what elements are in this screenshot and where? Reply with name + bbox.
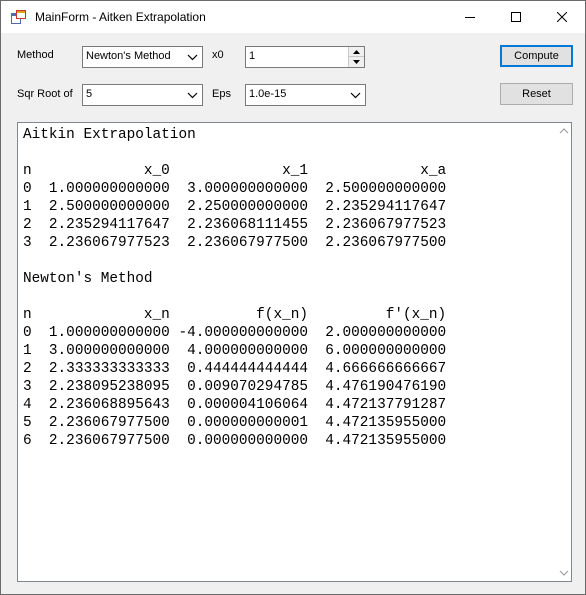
aitken-row: 0 1.000000000000 3.000000000000 2.500000…	[23, 181, 447, 197]
method-combobox[interactable]: Newton's Method	[82, 46, 203, 68]
maximize-icon	[511, 12, 521, 22]
aitken-header-row: n x_0 x_1 x_a	[23, 163, 447, 179]
aitken-row: 3 2.236067977523 2.236067977500 2.236067…	[23, 235, 447, 251]
close-button[interactable]	[539, 1, 585, 33]
eps-label: Eps	[212, 88, 231, 100]
aitken-title: Aitkin Extrapolation	[23, 127, 196, 143]
x0-value: 1	[249, 50, 256, 62]
reset-button[interactable]: Reset	[500, 83, 573, 105]
method-value: Newton's Method	[86, 50, 171, 62]
newton-title: Newton's Method	[23, 271, 153, 287]
method-label: Method	[17, 49, 54, 61]
aitken-row: 2 2.235294117647 2.236068111455 2.236067…	[23, 217, 447, 233]
sqrt-value: 5	[86, 88, 93, 100]
chevron-down-icon	[187, 54, 198, 61]
chevron-down-icon	[350, 92, 361, 99]
newton-row: 2 2.333333333333 0.444444444444 4.666666…	[23, 361, 447, 377]
spin-down-button[interactable]	[349, 57, 364, 67]
x0-label: x0	[212, 49, 224, 61]
eps-combobox[interactable]: 1.0e-15	[245, 84, 366, 106]
scroll-down-icon[interactable]	[559, 569, 569, 577]
results-textbox[interactable]: Aitkin Extrapolation n x_0 x_1 x_a 0 1.0…	[17, 122, 572, 582]
newton-row: 1 3.000000000000 4.000000000000 6.000000…	[23, 343, 447, 359]
chevron-down-icon	[187, 92, 198, 99]
main-window: MainForm - Aitken Extrapolation Method N…	[0, 0, 586, 595]
newton-row: 6 2.236067977500 0.000000000000 4.472135…	[23, 433, 447, 449]
maximize-button[interactable]	[493, 1, 539, 33]
scroll-up-icon[interactable]	[559, 127, 569, 135]
compute-button[interactable]: Compute	[500, 45, 573, 67]
spin-up-button[interactable]	[349, 47, 364, 57]
aitken-row: 1 2.500000000000 2.250000000000 2.235294…	[23, 199, 447, 215]
eps-value: 1.0e-15	[249, 88, 287, 100]
newton-row: 0 1.000000000000 -4.000000000000 2.00000…	[23, 325, 447, 341]
sqrt-combobox[interactable]: 5	[82, 84, 203, 106]
app-icon	[11, 10, 26, 24]
results-text: Aitkin Extrapolation n x_0 x_1 x_a 0 1.0…	[23, 126, 553, 450]
newton-header-row: n x_n f(x_n) f'(x_n)	[23, 307, 447, 323]
arrow-up-icon	[353, 49, 360, 54]
sqrt-label: Sqr Root of	[17, 88, 73, 100]
newton-row: 3 2.238095238095 0.009070294785 4.476190…	[23, 379, 447, 395]
close-icon	[557, 12, 567, 22]
newton-row: 5 2.236067977500 0.000000000001 4.472135…	[23, 415, 447, 431]
newton-row: 4 2.236068895643 0.000004106064 4.472137…	[23, 397, 447, 413]
window-title: MainForm - Aitken Extrapolation	[35, 10, 206, 24]
minimize-icon	[465, 17, 475, 18]
x0-spinner	[348, 47, 364, 67]
x0-numeric-input[interactable]: 1	[245, 46, 365, 68]
arrow-down-icon	[353, 60, 360, 64]
title-bar: MainForm - Aitken Extrapolation	[1, 1, 585, 33]
minimize-button[interactable]	[447, 1, 493, 33]
